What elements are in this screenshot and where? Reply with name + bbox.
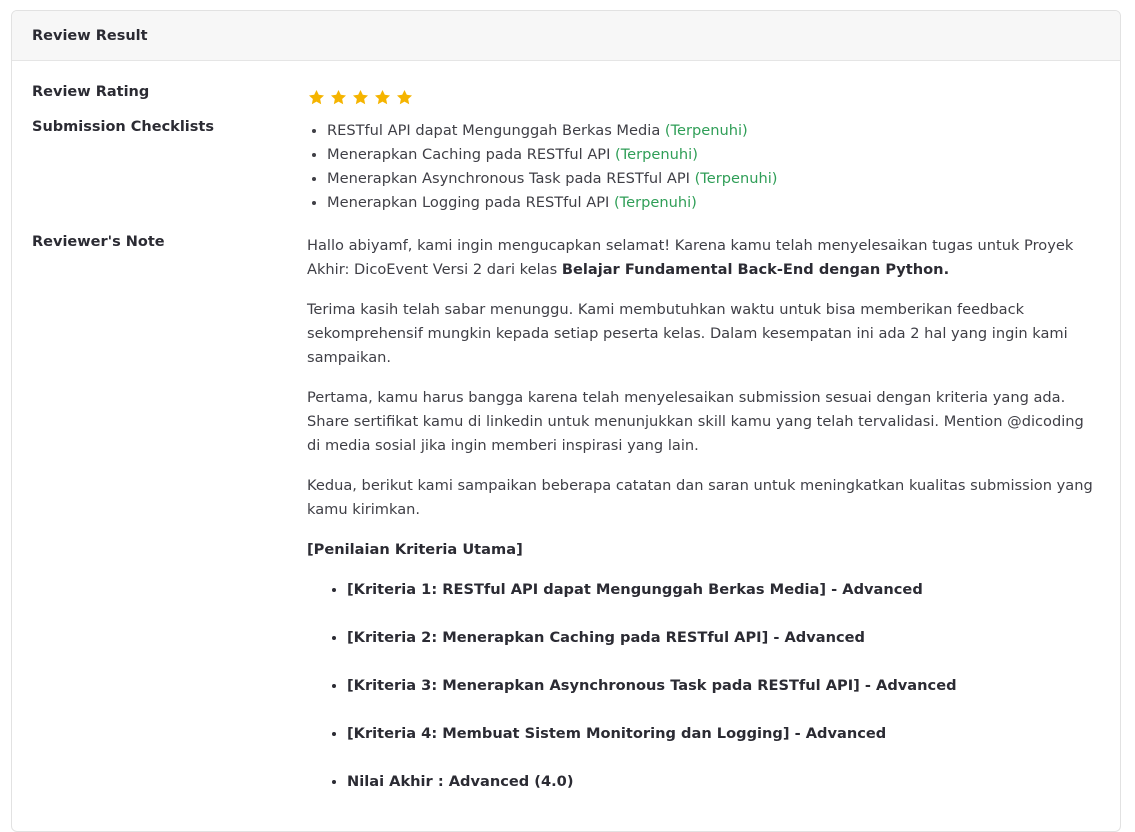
review-rating-row: Review Rating [32, 84, 1100, 114]
status-badge: (Terpenuhi) [613, 194, 697, 211]
submission-checklist-label: Submission Checklists [32, 119, 214, 135]
star-icon [352, 89, 369, 105]
reviewer-note: Hallo abiyamf, kami ingin mengucapkan se… [307, 234, 1100, 818]
class-name: Belajar Fundamental Back-End dengan Pyth… [561, 261, 950, 278]
review-result-card: Review Result Review Rating Submission C… [11, 10, 1121, 832]
rating-stars [307, 88, 1100, 107]
criteria-title: [Penilaian Kriteria Utama] [307, 541, 523, 558]
criteria-list: [Kriteria 1: RESTful API dapat Mengungga… [307, 578, 1100, 794]
star-icon [308, 89, 325, 105]
criteria-item: [Kriteria 3: Menerapkan Asynchronous Tas… [347, 674, 1100, 698]
card-title: Review Result [12, 11, 1120, 61]
reviewer-note-label: Reviewer's Note [32, 234, 165, 250]
status-badge: (Terpenuhi) [615, 146, 698, 163]
star-icon [396, 89, 413, 105]
checklist-item: Menerapkan Caching pada RESTful API (Ter… [327, 143, 1100, 167]
note-paragraph: Hallo abiyamf, kami ingin mengucapkan se… [307, 237, 1074, 278]
status-badge: (Terpenuhi) [664, 122, 748, 139]
note-paragraph: Terima kasih telah sabar menunggu. Kami … [307, 301, 1068, 366]
status-badge: (Terpenuhi) [694, 170, 778, 187]
star-icon [374, 89, 391, 105]
note-paragraph: Kedua, berikut kami sampaikan beberapa c… [307, 477, 1093, 518]
review-rating-label: Review Rating [32, 84, 150, 100]
checklist-item: Menerapkan Asynchronous Task pada RESTfu… [327, 167, 1100, 191]
star-icon [330, 89, 347, 105]
note-paragraph: Pertama, kamu harus bangga karena telah … [307, 389, 1084, 454]
final-score: Nilai Akhir : Advanced (4.0) [347, 770, 1100, 794]
criteria-item: [Kriteria 2: Menerapkan Caching pada RES… [347, 626, 1100, 650]
checklist-item: RESTful API dapat Mengunggah Berkas Medi… [327, 119, 1100, 143]
criteria-item: [Kriteria 4: Membuat Sistem Monitoring d… [347, 722, 1100, 746]
checklist-item: Menerapkan Logging pada RESTful API (Ter… [327, 191, 1100, 215]
checklist: RESTful API dapat Mengunggah Berkas Medi… [307, 119, 1100, 215]
criteria-item: [Kriteria 1: RESTful API dapat Mengungga… [347, 578, 1100, 602]
